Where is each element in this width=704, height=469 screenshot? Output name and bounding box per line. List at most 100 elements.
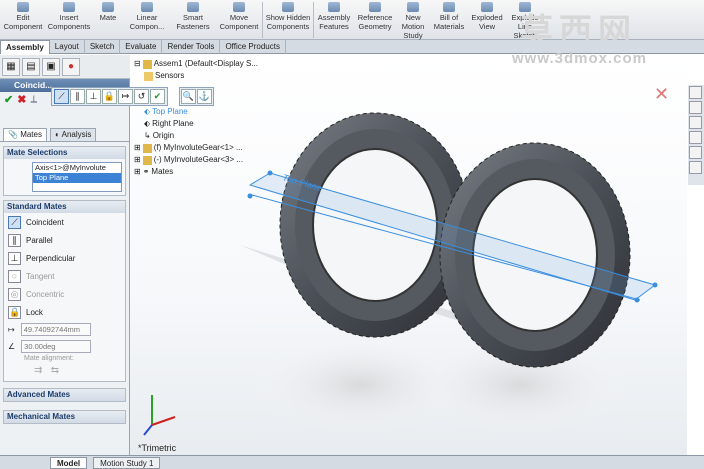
expand-icon[interactable]: ⊞ <box>134 154 141 166</box>
appearances-icon[interactable] <box>689 146 702 159</box>
tree-root[interactable]: ⊟ Assem1 (Default<Display S... <box>134 58 258 70</box>
move-component-button[interactable]: Move Component <box>216 0 262 40</box>
tangent-mate-button[interactable]: ○ Tangent <box>4 267 125 285</box>
configuration-manager-icon[interactable]: ▣ <box>42 57 60 76</box>
tree-item-gear-3[interactable]: ⊞ (-) MyInvoluteGear<3> ... <box>134 154 258 166</box>
origin-icon: ↳ <box>144 131 151 140</box>
expand-icon[interactable]: ⊞ <box>134 166 141 178</box>
tab-motion-study[interactable]: Motion Study 1 <box>93 456 161 469</box>
flip-alignment-icon[interactable]: ↺ <box>134 89 149 104</box>
tree-item-gear-1[interactable]: ⊞ (f) MyInvoluteGear<1> ... <box>134 142 258 154</box>
cancel-button[interactable]: ✖ <box>17 93 26 106</box>
move-component-icon <box>233 2 245 12</box>
coincident-mate-button[interactable]: ⟋ Coincident <box>4 213 125 231</box>
axis-triad <box>143 395 176 436</box>
tab-office-products[interactable]: Office Products <box>220 40 286 54</box>
mechanical-mates-header[interactable]: Mechanical Mates <box>4 411 125 423</box>
insert-components-button[interactable]: Insert Components <box>46 0 92 40</box>
mate-button[interactable]: Mate <box>92 0 124 40</box>
tab-evaluate[interactable]: Evaluate <box>120 40 163 54</box>
collapse-icon[interactable]: ⊟ <box>134 58 141 70</box>
perpendicular-mate-button[interactable]: ⊥ Perpendicular <box>4 249 125 267</box>
mate-property-manager: Coincid... ✔ ✖ ⟂ 📎 Mates ◐ Analysis Mate… <box>0 79 130 455</box>
feature-tree-icon[interactable]: ▦ <box>2 57 20 76</box>
tab-assembly[interactable]: Assembly <box>0 40 50 54</box>
close-icon[interactable]: ✕ <box>654 84 669 104</box>
reference-geometry-icon <box>369 2 381 12</box>
ok-button[interactable]: ✔ <box>4 93 13 106</box>
plane-handle[interactable] <box>267 170 273 176</box>
selection-item[interactable]: Axis<1>@MyInvolute <box>33 163 121 173</box>
angle-input[interactable]: 30.00deg <box>21 340 92 353</box>
coincident-icon[interactable]: ⟋ <box>54 89 69 104</box>
parallel-icon[interactable]: ∥ <box>70 89 85 104</box>
linear-pattern-icon <box>141 2 153 12</box>
angle-icon: ∠ <box>8 342 16 351</box>
lock-icon[interactable]: 🔒 <box>102 89 117 104</box>
zoom-icon[interactable]: 🔍 <box>181 89 196 104</box>
perpendicular-icon[interactable]: ⊥ <box>86 89 101 104</box>
distance-icon[interactable]: ↦ <box>118 89 133 104</box>
parallel-icon: ∥ <box>8 233 21 247</box>
exploded-view-button[interactable]: Exploded View <box>468 0 506 40</box>
advanced-mates-header[interactable]: Advanced Mates <box>4 389 125 401</box>
tab-analysis[interactable]: ◐ Analysis <box>49 128 97 141</box>
distance-row: ↦ 49.74092744mm <box>4 321 125 338</box>
bill-of-materials-button[interactable]: Bill of Materials <box>430 0 468 40</box>
reference-geometry-button[interactable]: Reference Geometry <box>354 0 396 40</box>
parallel-mate-button[interactable]: ∥ Parallel <box>4 231 125 249</box>
new-motion-study-button[interactable]: New Motion Study <box>396 0 430 40</box>
standard-mates-header[interactable]: Standard Mates <box>4 201 125 213</box>
selection-item[interactable]: Top Plane <box>33 173 121 183</box>
flyout-feature-tree: ⊟ Assem1 (Default<Display S... Sensors ⬖ T… <box>134 58 258 178</box>
show-hidden-components-button[interactable]: Show Hidden Components <box>263 0 313 40</box>
tab-layout[interactable]: Layout <box>50 40 85 54</box>
mate-selection-list[interactable]: Axis<1>@MyInvolute Top Plane <box>32 162 122 192</box>
mechanical-mates-group: Mechanical Mates <box>3 410 126 424</box>
expand-icon[interactable]: ⊞ <box>134 142 141 154</box>
tab-render-tools[interactable]: Render Tools <box>162 40 221 54</box>
view-orientation-label: *Trimetric <box>138 443 177 453</box>
motion-study-icon <box>407 2 419 12</box>
tree-item-mates[interactable]: ⊞ ⚭ Mates <box>134 166 258 178</box>
file-explorer-icon[interactable] <box>689 116 702 129</box>
angle-row: ∠ 30.00deg <box>4 338 125 355</box>
tree-item-sensors[interactable]: Sensors <box>134 70 258 82</box>
assembly-features-button[interactable]: Assembly Features <box>314 0 354 40</box>
lock-mate-button[interactable]: 🔒 Lock <box>4 303 125 321</box>
concentric-mate-button[interactable]: ◎ Concentric <box>4 285 125 303</box>
tab-sketch[interactable]: Sketch <box>85 40 121 54</box>
part-icon <box>142 155 152 165</box>
home-icon[interactable] <box>689 86 702 99</box>
plane-handle[interactable] <box>634 297 640 303</box>
tree-item-right-plane[interactable]: ⬖ Right Plane <box>134 118 258 130</box>
pushpin-icon[interactable]: ⟂ <box>30 94 37 105</box>
feature-manager-tabs: ▦ ▤ ▣ ● <box>0 55 130 79</box>
distance-input[interactable]: 49.74092744mm <box>20 323 91 336</box>
anchor-icon[interactable]: ⚓ <box>197 89 212 104</box>
custom-properties-icon[interactable] <box>689 161 702 174</box>
edit-component-button[interactable]: Edit Component <box>0 0 46 40</box>
tab-mates[interactable]: 📎 Mates <box>3 128 47 141</box>
mate-alignment-buttons[interactable]: ⇉ ⇆ <box>4 365 125 381</box>
mate-selections-header[interactable]: Mate Selections <box>4 147 125 159</box>
search-icon[interactable] <box>689 131 702 144</box>
distance-icon: ↦ <box>8 325 15 334</box>
watermark-url: www.3dmox.com <box>512 50 647 67</box>
plane-handle[interactable] <box>652 282 658 288</box>
pm-tabs: 📎 Mates ◐ Analysis <box>0 128 129 142</box>
bottom-tabs: Model Motion Study 1 <box>0 455 704 469</box>
linear-component-pattern-button[interactable]: Linear Compon... <box>124 0 170 40</box>
tree-item-origin[interactable]: ↳ Origin <box>134 130 258 142</box>
property-manager-icon[interactable]: ▤ <box>22 57 40 76</box>
exploded-view-icon <box>481 2 493 12</box>
design-library-icon[interactable] <box>689 101 702 114</box>
tab-model[interactable]: Model <box>50 456 88 469</box>
display-manager-icon[interactable]: ● <box>62 57 80 76</box>
smart-fasteners-button[interactable]: Smart Fasteners <box>170 0 216 40</box>
perpendicular-icon: ⊥ <box>8 251 21 265</box>
plane-handle[interactable] <box>247 193 253 199</box>
tree-item-top-plane[interactable]: ⬖ Top Plane <box>134 106 258 118</box>
concentric-icon: ◎ <box>8 287 21 301</box>
add-mate-icon[interactable]: ✔ <box>150 89 165 104</box>
